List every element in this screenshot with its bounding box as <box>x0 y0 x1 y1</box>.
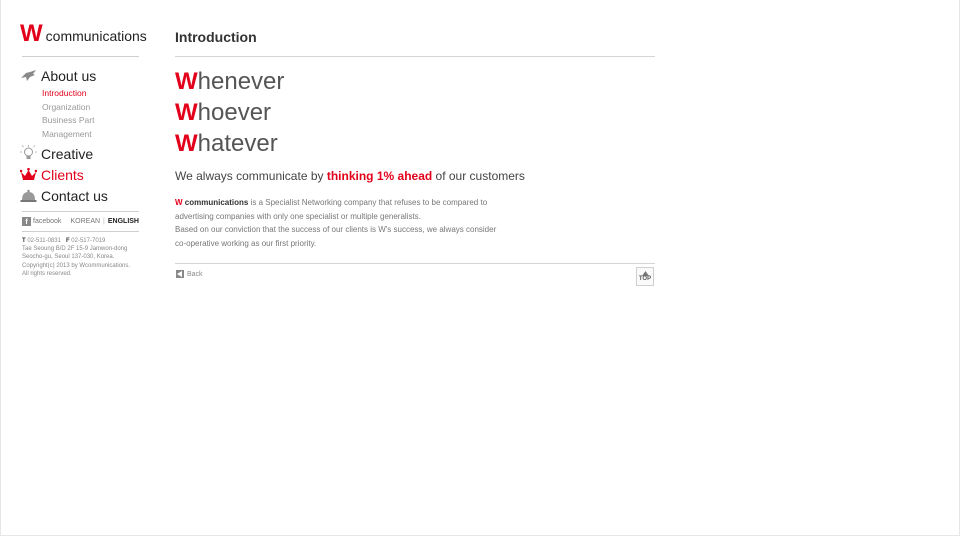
logo-mark: W <box>20 20 43 47</box>
sub-item-business-part[interactable]: Business Part <box>42 114 140 128</box>
facebook-link[interactable]: f facebook <box>22 217 61 226</box>
title-divider <box>175 56 655 57</box>
slogan-cap: W <box>175 99 198 126</box>
contact-info: T 02-511-0831 F 02-517-7019 Tae Seoung B… <box>22 237 147 278</box>
bird-icon <box>20 68 37 85</box>
phone-label: T <box>22 238 26 244</box>
desc-line-4: co-operative working as our first priori… <box>175 238 317 248</box>
logo[interactable]: W communications <box>20 20 147 48</box>
about-submenu: Introduction Organization Business Part … <box>42 87 140 142</box>
nav-creative[interactable]: Creative <box>20 144 140 164</box>
sub-item-organization[interactable]: Organization <box>42 101 140 115</box>
lang-korean[interactable]: KOREAN <box>70 218 100 225</box>
slogan-rest: henever <box>197 68 285 95</box>
desc-line-3: Based on our conviction that the success… <box>175 225 497 235</box>
desc-brand-name: communications <box>182 198 249 207</box>
sidebar-nav: About us Introduction Organization Busin… <box>20 66 140 206</box>
contact-phone-line: T 02-511-0831 F 02-517-7019 <box>22 237 147 245</box>
scroll-top-button[interactable]: TOP <box>636 267 654 286</box>
slogan-line-whatever: Whatever <box>175 130 284 161</box>
tagline-before: We always communicate by <box>175 169 327 183</box>
nav-contact-us[interactable]: Contact us <box>20 186 140 206</box>
logo-text: communications <box>45 28 147 44</box>
slogan-line-whoever: Whoever <box>175 99 284 130</box>
sidebar-divider-3 <box>22 231 139 232</box>
top-label: TOP <box>638 275 652 282</box>
sidebar-divider <box>22 56 139 57</box>
copyright-line-1: Copyright(c) 2013 by Wcommunications. <box>22 262 131 269</box>
sidebar-divider-2 <box>22 211 139 212</box>
slogan-rest: hoever <box>197 99 272 126</box>
back-label: Back <box>187 270 203 278</box>
tagline-after: of our customers <box>432 169 525 183</box>
address-line-1: Tae Seoung B/D 2F 15-9 Jamwon-dong <box>22 246 128 253</box>
tagline: We always communicate by thinking 1% ahe… <box>175 169 525 183</box>
back-arrow-icon <box>176 270 184 278</box>
lang-separator: | <box>103 218 105 225</box>
desc-line-2: advertising companies with only one spec… <box>175 211 421 221</box>
content-divider <box>175 263 655 264</box>
slogan-cap: W <box>175 130 198 157</box>
sub-item-introduction[interactable]: Introduction <box>42 87 140 101</box>
slogan: Whenever Whoever Whatever <box>175 68 284 161</box>
desc-brand-mark: W <box>175 198 183 207</box>
desc-line-1: W communications is a Specialist Network… <box>175 196 515 210</box>
slogan-line-whenever: Whenever <box>175 68 284 99</box>
desc-line-1-text: is a Specialist Networking company that … <box>248 198 488 207</box>
back-button[interactable]: Back <box>176 270 203 278</box>
social-bar: f facebook KOREAN | ENGLISH <box>22 217 139 226</box>
nav-clients-label: Clients <box>41 166 84 183</box>
sub-item-management[interactable]: Management <box>42 128 140 142</box>
nav-about-us-label: About us <box>41 68 97 84</box>
nav-contact-us-label: Contact us <box>41 187 108 204</box>
nav-creative-label: Creative <box>41 145 94 162</box>
language-switch: KOREAN | ENGLISH <box>70 218 139 225</box>
address-line-2: Seocho-gu, Seoul 137-030, Korea. <box>22 254 115 261</box>
page-title: Introduction <box>175 29 257 45</box>
facebook-icon: f <box>22 217 31 226</box>
nav-about-us[interactable]: About us <box>20 66 140 86</box>
tagline-highlight: thinking 1% ahead <box>326 169 433 183</box>
phone-number: 02-511-0831 <box>27 238 61 244</box>
description: W communications is a Specialist Network… <box>175 196 515 250</box>
lightbulb-icon <box>20 145 37 162</box>
nav-clients[interactable]: Clients <box>20 165 140 185</box>
fax-number: 02-517-7019 <box>71 238 106 244</box>
crown-icon <box>20 166 37 183</box>
copyright-line-2: All rights reserved. <box>22 270 72 277</box>
bell-icon <box>20 187 37 204</box>
lang-english[interactable]: ENGLISH <box>108 218 139 225</box>
fax-label: F <box>65 238 70 244</box>
slogan-rest: hatever <box>197 130 278 157</box>
slogan-cap: W <box>175 68 198 95</box>
facebook-label: facebook <box>33 218 62 225</box>
